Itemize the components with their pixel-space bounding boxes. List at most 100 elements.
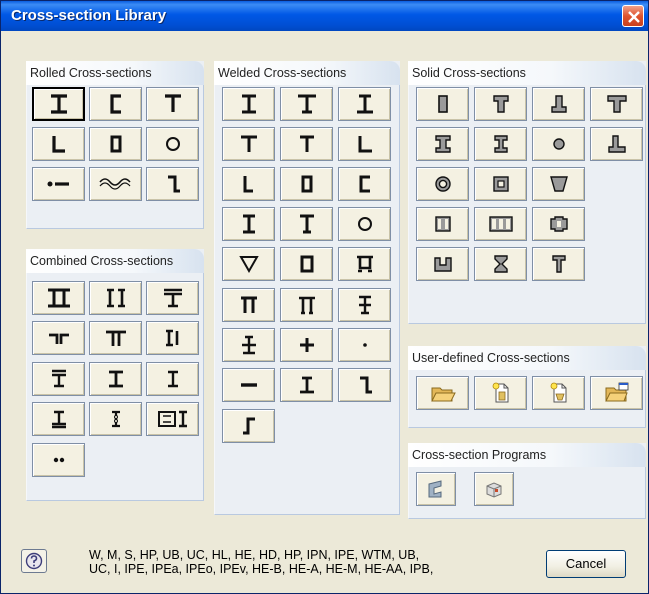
rolled-group-title: Rolled Cross-sections — [30, 66, 152, 80]
user-new-section-button[interactable] — [474, 376, 527, 410]
user-edit-section-button[interactable] — [532, 376, 585, 410]
rolled-flat-bar-button[interactable] — [32, 167, 85, 201]
welded-circle-button[interactable] — [338, 207, 391, 241]
solid-two-cells-button[interactable] — [416, 207, 469, 241]
double-tee-icon — [105, 330, 126, 346]
welded-i-plate-button[interactable] — [222, 328, 275, 362]
combined-i-plate-top-button[interactable] — [32, 362, 85, 396]
angle-icon — [51, 136, 65, 153]
solid-column-icon — [551, 255, 566, 273]
combined-i-plates-button[interactable] — [89, 362, 142, 396]
combined-i-with-plate-button[interactable] — [146, 321, 199, 355]
i-frame-icon — [157, 410, 187, 428]
welded-i-plate-icon — [241, 335, 256, 355]
rolled-channel-button[interactable] — [89, 87, 142, 121]
welded-asym-i-button[interactable] — [280, 87, 333, 121]
combined-i-beam-small-button[interactable] — [146, 362, 199, 396]
solid-i-narrow-button[interactable] — [474, 127, 527, 161]
combined-t-on-i-button[interactable] — [146, 281, 199, 315]
rolled-circular-hollow-button[interactable] — [146, 127, 199, 161]
close-button[interactable] — [622, 5, 644, 27]
welded-angle-button[interactable] — [338, 127, 391, 161]
solid-rect-button[interactable] — [416, 87, 469, 121]
welded-point-icon — [362, 343, 367, 347]
welded-pi-button[interactable] — [222, 288, 275, 322]
welded-t-plate-button[interactable] — [280, 368, 333, 402]
cross-section-library-dialog: Cross-section Library Rolled Cross-secti… — [0, 0, 649, 594]
combined-i-frame-button[interactable] — [146, 402, 199, 436]
rolled-angle-button[interactable] — [32, 127, 85, 161]
welded-flat-button[interactable] — [222, 368, 275, 402]
welded-rect-icon — [300, 255, 313, 273]
welded-cross-button[interactable] — [280, 328, 333, 362]
welded-angle-2-button[interactable] — [222, 167, 275, 201]
solid-l-button[interactable] — [590, 127, 643, 161]
welded-s-button[interactable] — [222, 409, 275, 443]
solid-inverted-tee-button[interactable] — [532, 87, 585, 121]
solid-u-button[interactable] — [416, 247, 469, 281]
welded-i-tall-button[interactable] — [222, 207, 275, 241]
double-i-icon — [47, 288, 70, 308]
welded-point-button[interactable] — [338, 328, 391, 362]
solid-three-cells-button[interactable] — [474, 207, 527, 241]
user-folder-window-button[interactable] — [590, 376, 643, 410]
user-open-folder-button[interactable] — [416, 376, 469, 410]
solid-box-button[interactable] — [474, 167, 527, 201]
combined-double-tee-button[interactable] — [89, 321, 142, 355]
solid-tee-wide-button[interactable] — [590, 87, 643, 121]
rolled-corrugated-button[interactable] — [89, 167, 142, 201]
combined-double-i-button[interactable] — [32, 281, 85, 315]
welded-cross-i-button[interactable] — [338, 288, 391, 322]
solid-trapezoid-button[interactable] — [532, 167, 585, 201]
solid-two-cells-icon — [434, 216, 451, 232]
welded-rect-button[interactable] — [280, 247, 333, 281]
welded-t-box-button[interactable] — [280, 207, 333, 241]
t-on-i-icon — [163, 288, 182, 308]
welded-box-button[interactable] — [280, 167, 333, 201]
welded-group-title: Welded Cross-sections — [218, 66, 347, 80]
welded-tee-2-icon — [299, 135, 314, 152]
welded-box-flanged-button[interactable] — [338, 247, 391, 281]
rolled-rect-hollow-button[interactable] — [89, 127, 142, 161]
welded-pi-2-button[interactable] — [280, 288, 333, 322]
help-button[interactable] — [21, 549, 47, 573]
welded-triangle-icon — [238, 256, 259, 274]
welded-tee-icon — [240, 135, 257, 152]
program-shape-button[interactable] — [416, 472, 456, 506]
rolled-i-beam-button[interactable] — [32, 87, 85, 121]
welded-i-button[interactable] — [222, 87, 275, 121]
cancel-button[interactable]: Cancel — [546, 550, 626, 578]
welded-channel-icon — [359, 175, 370, 193]
welded-flat-icon — [240, 383, 257, 387]
solid-hourglass-button[interactable] — [474, 247, 527, 281]
solid-pier-button[interactable] — [532, 207, 585, 241]
solid-group-title: Solid Cross-sections — [412, 66, 526, 80]
program-cube-button[interactable] — [474, 472, 514, 506]
combined-castellated-button[interactable] — [89, 402, 142, 436]
welded-box-icon — [301, 175, 312, 193]
solid-i-icon — [434, 135, 451, 153]
combined-back-to-back-i-button[interactable] — [89, 281, 142, 315]
solid-box-icon — [492, 176, 509, 192]
solid-column-button[interactable] — [532, 247, 585, 281]
corrugated-icon — [98, 178, 131, 190]
welded-circle-icon — [357, 217, 372, 231]
combined-dual-bars-button[interactable] — [32, 443, 85, 477]
channel-icon — [109, 94, 121, 114]
rolled-z-section-button[interactable] — [146, 167, 199, 201]
solid-i-button[interactable] — [416, 127, 469, 161]
double-angle-icon — [48, 333, 69, 344]
welded-tee-2-button[interactable] — [280, 127, 333, 161]
welded-channel-button[interactable] — [338, 167, 391, 201]
welded-i-wide-button[interactable] — [338, 87, 391, 121]
welded-triangle-button[interactable] — [222, 247, 275, 281]
combined-i-plate-bottom-button[interactable] — [32, 402, 85, 436]
solid-circle-button[interactable] — [532, 127, 585, 161]
welded-z-button[interactable] — [338, 368, 391, 402]
welded-tee-button[interactable] — [222, 127, 275, 161]
combined-double-angle-button[interactable] — [32, 321, 85, 355]
rolled-tee-button[interactable] — [146, 87, 199, 121]
solid-pier-icon — [549, 216, 568, 232]
solid-tee-button[interactable] — [474, 87, 527, 121]
solid-ring-button[interactable] — [416, 167, 469, 201]
